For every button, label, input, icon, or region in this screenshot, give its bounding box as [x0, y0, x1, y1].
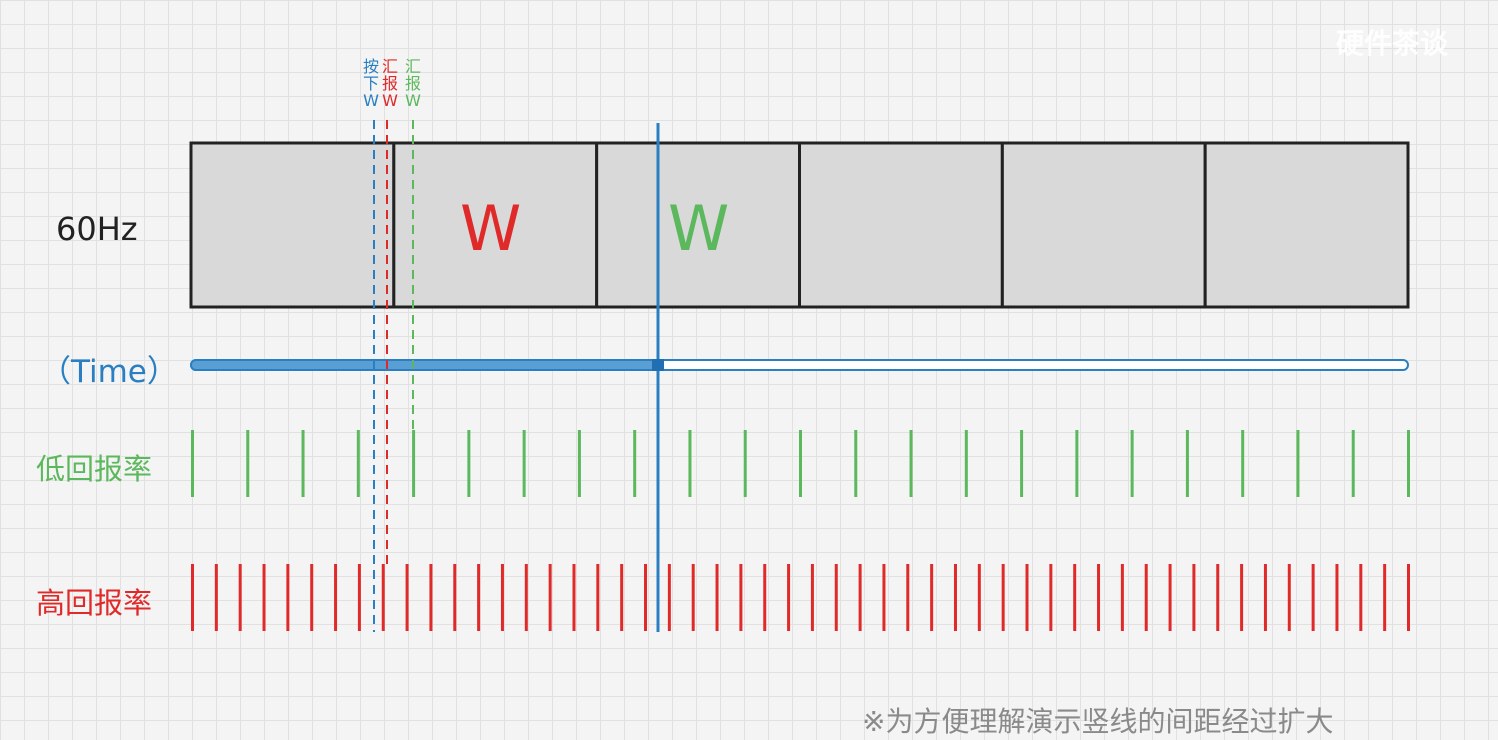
time-axis-label: （Time）	[40, 354, 178, 390]
frame-letter-green: W	[668, 192, 730, 265]
low-rate-report-marker-label: 汇 报 W	[403, 58, 423, 109]
frame-box	[798, 141, 1004, 309]
marker-char: 下	[362, 74, 379, 93]
marker-char: W	[382, 91, 398, 110]
low-polling-label: 低回报率	[36, 452, 153, 486]
footnote: ※为方便理解演示竖线的间距经过扩大	[862, 705, 1334, 738]
high-rate-report-marker-label: 汇 报 W	[380, 58, 400, 109]
press-w-marker-label: 按 下 W	[361, 58, 381, 109]
frame-letter-red: W	[460, 192, 522, 265]
marker-char: 汇	[381, 57, 398, 76]
marker-char: 按	[362, 57, 379, 76]
marker-char: 汇	[404, 57, 421, 76]
high-polling-label: 高回报率	[36, 586, 153, 620]
timeline-progress	[190, 359, 659, 371]
watermark: 硬件茶谈	[1336, 27, 1449, 60]
frame-rate-label: 60Hz	[56, 210, 138, 248]
marker-char: W	[363, 91, 379, 110]
marker-char: W	[405, 91, 421, 110]
frame-box	[189, 141, 396, 309]
diagram-canvas	[189, 120, 1410, 632]
frame-box	[1203, 141, 1410, 309]
frame-box	[1000, 141, 1207, 309]
playhead-knob	[652, 359, 664, 371]
marker-char: 报	[381, 74, 398, 93]
marker-char: 报	[404, 74, 421, 93]
